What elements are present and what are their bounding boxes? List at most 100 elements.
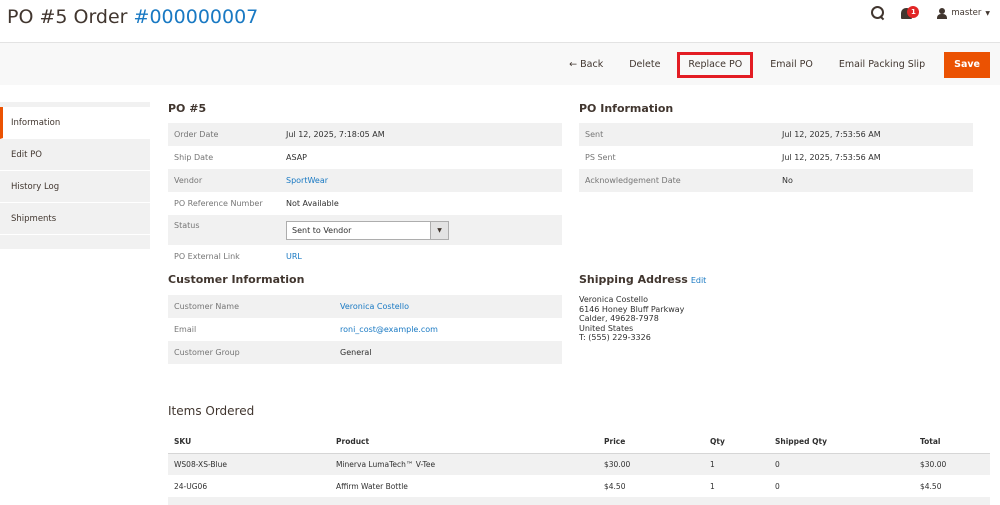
item-qty: 1 (704, 453, 769, 475)
item-shipped-qty: 0 (769, 453, 914, 475)
tabs-bottom-spacer (0, 235, 150, 249)
user-icon (937, 7, 948, 19)
po-row-ship-date: Ship Date ASAP (168, 146, 562, 169)
column-header-qty: Qty (704, 431, 769, 454)
delete-button[interactable]: Delete (616, 52, 673, 78)
po-information-table: Sent Jul 12, 2025, 7:53:56 AM PS Sent Jul … (579, 123, 973, 192)
po-info-row-ack: Acknowledgement Date No (579, 169, 973, 192)
shipping-address-title: Shipping Address Edit (579, 273, 706, 286)
tab-information[interactable]: Information (0, 107, 150, 139)
table-row: 24-UG06 Affirm Water Bottle $4.50 1 0 $4… (168, 475, 990, 497)
customer-email-link[interactable]: roni_cost@example.com (340, 325, 438, 334)
page-title: PO #5 Order #000000007 (7, 6, 258, 28)
item-product: Minerva LumaTech™ V-Tee (330, 453, 598, 475)
customer-row-email: Email roni_cost@example.com (168, 318, 562, 341)
address-line: Calder, 49628-7978 (579, 314, 659, 323)
po-row-vendor: Vendor SportWear (168, 169, 562, 192)
order-number-link[interactable]: #000000007 (134, 6, 259, 28)
save-button[interactable]: Save (944, 52, 990, 78)
edit-shipping-address-link[interactable]: Edit (691, 276, 707, 285)
search-icon[interactable] (871, 6, 885, 20)
po-info-label: PS Sent (585, 153, 616, 162)
po-value: Jul 12, 2025, 7:18:05 AM (280, 123, 562, 146)
user-name: master (951, 8, 982, 18)
po-row-status: Status Sent to Vendor ▼ (168, 215, 562, 245)
po-info-value: Jul 12, 2025, 7:53:56 AM (776, 123, 973, 146)
po-label: PO Reference Number (174, 199, 263, 208)
po-row-order-date: Order Date Jul 12, 2025, 7:18:05 AM (168, 123, 562, 146)
column-header-shipped-qty: Shipped Qty (769, 431, 914, 454)
column-header-sku: SKU (168, 431, 330, 454)
customer-information-table: Customer Name Veronica Costello Email roni… (168, 295, 562, 364)
email-packing-slip-button[interactable]: Email Packing Slip (826, 52, 938, 78)
po-value: Not Available (286, 199, 339, 208)
customer-value: General (334, 341, 562, 364)
item-total: $30.00 (914, 453, 990, 475)
customer-label: Email (174, 325, 197, 334)
item-price: $4.50 (604, 481, 626, 491)
items-header-row: SKU Product Price Qty Shipped Qty Total (168, 431, 990, 454)
page-title-prefix: PO #5 Order (7, 6, 134, 28)
po-info-row-sent: Sent Jul 12, 2025, 7:53:56 AM (579, 123, 973, 146)
po-value: ASAP (286, 153, 307, 162)
column-header-price: Price (598, 431, 704, 454)
notifications-badge: 1 (907, 6, 920, 18)
shipping-address: Veronica Costello 6146 Honey Bluff Parkw… (579, 295, 684, 343)
tab-edit-po[interactable]: Edit PO (0, 139, 150, 171)
status-select[interactable]: Sent to Vendor ▼ (286, 220, 449, 240)
replace-po-button[interactable]: Replace PO (677, 52, 754, 78)
notifications-button[interactable]: 1 (901, 5, 921, 21)
tab-shipments[interactable]: Shipments (0, 203, 150, 235)
customer-row-group: Customer Group General (168, 341, 562, 364)
chevron-down-icon: ▼ (430, 221, 448, 239)
po-details-table: Order Date Jul 12, 2025, 7:18:05 AM Ship … (168, 123, 562, 268)
email-po-button[interactable]: Email PO (757, 52, 826, 78)
table-row-partial (168, 497, 990, 505)
item-qty: 1 (710, 481, 715, 491)
customer-name-link[interactable]: Veronica Costello (340, 302, 409, 311)
column-header-product: Product (330, 431, 598, 454)
po-label: Vendor (168, 169, 280, 192)
customer-information-title: Customer Information (168, 273, 305, 286)
vendor-link[interactable]: SportWear (286, 176, 328, 185)
customer-label: Customer Name (168, 295, 334, 318)
address-line: Veronica Costello (579, 295, 648, 304)
po-row-external-link: PO External Link URL (168, 245, 562, 268)
po-label: Status (168, 215, 280, 245)
sidebar-tabs: Information Edit PO History Log Shipment… (0, 102, 150, 249)
item-price: $30.00 (598, 453, 704, 475)
address-line: 6146 Honey Bluff Parkway (579, 304, 685, 314)
page-actions: ← Back Delete Replace PO Email PO Email … (556, 52, 990, 78)
item-product: Affirm Water Bottle (336, 481, 408, 491)
po-info-value: Jul 12, 2025, 7:53:56 AM (782, 153, 881, 162)
page-actions-bar: ← Back Delete Replace PO Email PO Email … (0, 42, 1000, 85)
shipping-address-heading: Shipping Address (579, 273, 688, 286)
column-header-total: Total (914, 431, 990, 454)
po-info-value: No (776, 169, 973, 192)
po-section-title: PO #5 (168, 102, 207, 115)
user-menu[interactable]: master ▼ (937, 7, 990, 19)
status-select-value: Sent to Vendor (292, 225, 352, 235)
tab-history-log[interactable]: History Log (0, 171, 150, 203)
header-actions: 1 master ▼ (871, 4, 990, 22)
items-ordered-title: Items Ordered (168, 404, 255, 418)
item-total: $4.50 (920, 481, 942, 491)
po-information-title: PO Information (579, 102, 674, 115)
po-label: Ship Date (174, 153, 214, 162)
customer-label: Customer Group (168, 341, 334, 364)
po-row-reference: PO Reference Number Not Available (168, 192, 562, 215)
table-row: WS08-XS-Blue Minerva LumaTech™ V-Tee $30… (168, 453, 990, 475)
po-info-label: Sent (579, 123, 776, 146)
po-external-url-link[interactable]: URL (286, 252, 302, 261)
address-line: United States (579, 323, 634, 333)
po-label: Order Date (168, 123, 280, 146)
address-line: T: (555) 229-3326 (579, 333, 651, 342)
po-info-label: Acknowledgement Date (579, 169, 776, 192)
po-info-row-ps-sent: PS Sent Jul 12, 2025, 7:53:56 AM (579, 146, 973, 169)
item-sku: WS08-XS-Blue (168, 453, 330, 475)
back-button[interactable]: ← Back (556, 52, 616, 78)
po-label: PO External Link (174, 252, 240, 261)
page-header: PO #5 Order #000000007 1 master ▼ (0, 0, 1000, 42)
items-ordered-table: SKU Product Price Qty Shipped Qty Total … (168, 431, 990, 505)
chevron-down-icon: ▼ (985, 9, 990, 17)
